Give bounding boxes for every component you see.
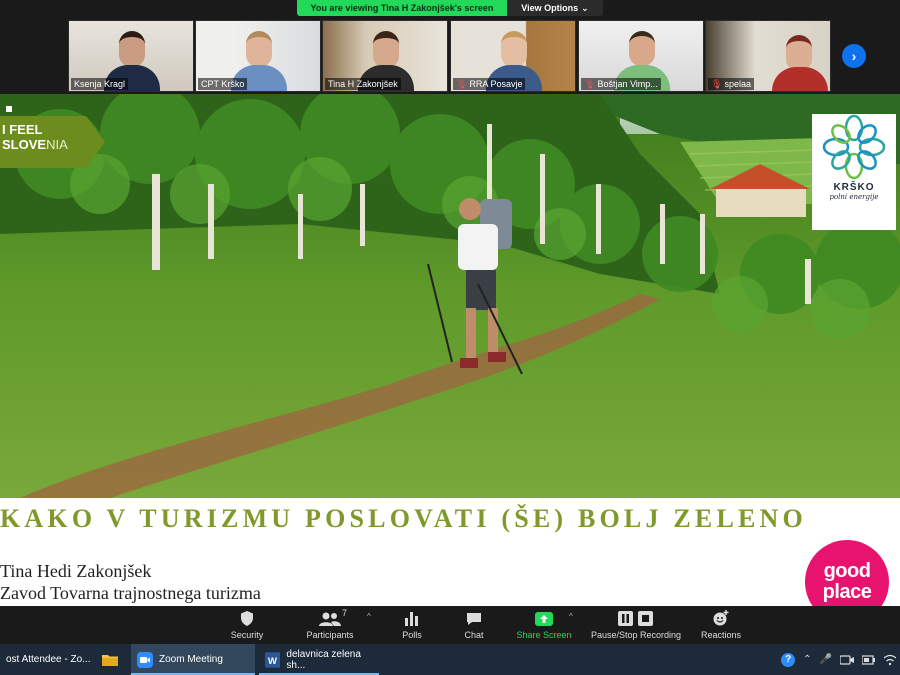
shield-icon [241, 611, 253, 626]
chevron-right-icon: › [851, 48, 857, 64]
view-options-button[interactable]: View Options ⌄ [507, 0, 603, 16]
pause-stop-icon [618, 611, 653, 626]
participant-name: 🎙 Boštjan Vimp... [581, 78, 661, 90]
mic-muted-icon: 🎙 [711, 79, 723, 89]
taskbar-item-word-document[interactable]: W delavnica zelena sh... [259, 644, 379, 675]
reactions-button[interactable]: Reactions [696, 606, 746, 644]
system-tray: ? ⌃ 🎤 [781, 644, 896, 675]
participant-count: 7 [342, 608, 348, 618]
author-organization: Zavod Tovarna trajnostnega turizma [0, 583, 261, 603]
participant-tile-2[interactable]: CPT Krško [195, 20, 321, 92]
share-screen-button[interactable]: Share Screen [512, 606, 576, 644]
smiley-plus-icon [713, 610, 729, 626]
taskbar-item-zoom-meeting[interactable]: Zoom Meeting [131, 644, 255, 675]
vineyard-photo [0, 94, 900, 498]
viewing-banner: You are viewing Tina H Zakonjšek's scree… [297, 0, 603, 16]
svg-text:W: W [268, 655, 278, 666]
viewing-message: You are viewing Tina H Zakonjšek's scree… [297, 0, 507, 16]
next-page-button[interactable]: › [842, 44, 866, 68]
mic-muted-icon: 🎙 [456, 79, 468, 89]
chevron-up-icon[interactable]: ⌃ [803, 654, 811, 665]
krsko-tagline: polni energije [829, 193, 879, 201]
participant-tile-1[interactable]: Ksenja Kragl [68, 20, 194, 92]
krsko-name: KRŠKO [833, 182, 875, 193]
share-screen-icon [535, 612, 553, 626]
share-caret-icon[interactable]: ^ [569, 612, 573, 621]
chat-button[interactable]: Chat [454, 606, 494, 644]
participant-tile-5[interactable]: 🎙 Boštjan Vimp... [578, 20, 704, 92]
shared-screen: I FEEL SLOVENIA KRŠKO polni energije KAK… [0, 94, 900, 606]
camera-icon[interactable] [840, 654, 854, 666]
i-feel-slovenia-logo: I FEEL SLOVENIA [0, 116, 105, 168]
slide-marker [6, 106, 12, 112]
taskbar-item-attendee[interactable]: ost Attendee - Zo... [0, 644, 92, 675]
participant-name: Ksenja Kragl [71, 78, 129, 90]
slide-author: Tina Hedi Zakonjšek Zavod Tovarna trajno… [0, 560, 261, 604]
chevron-down-icon: ⌄ [581, 2, 589, 13]
participant-tile-3[interactable]: Tina H Zakonjšek [322, 20, 448, 92]
slide-title: KAKO V TURIZMU POSLOVATI (ŠE) BOLJ ZELEN… [0, 504, 807, 533]
zoom-icon [137, 651, 153, 668]
pause-stop-recording-button[interactable]: Pause/Stop Recording [586, 606, 686, 644]
security-button[interactable]: Security [222, 606, 272, 644]
chat-icon [467, 613, 481, 625]
taskbar-item-explorer[interactable] [96, 644, 126, 675]
folder-icon [102, 655, 118, 666]
participants-button[interactable]: Participants [300, 606, 360, 644]
participant-strip: Ksenja Kragl CPT Krško Tina H Zakonjšek … [0, 16, 900, 94]
good-place-logo: good place [805, 540, 889, 606]
krsko-logo: KRŠKO polni energije [812, 114, 896, 230]
word-icon: W [265, 651, 281, 668]
view-options-label: View Options [521, 3, 579, 13]
author-name: Tina Hedi Zakonjšek [0, 561, 152, 581]
polls-button[interactable]: Polls [392, 606, 432, 644]
participants-icon [319, 612, 341, 626]
microphone-icon[interactable]: 🎤 [820, 654, 832, 665]
participant-tile-6[interactable]: 🎙 spelaa [705, 20, 831, 92]
polls-icon [405, 612, 418, 626]
battery-icon[interactable] [862, 654, 876, 666]
participant-name: Tina H Zakonjšek [325, 78, 401, 90]
participant-name: 🎙 spelaa [708, 78, 754, 90]
mic-muted-icon: 🎙 [584, 79, 596, 89]
help-icon[interactable]: ? [781, 652, 796, 667]
windows-taskbar: ost Attendee - Zo... Zoom Meeting W dela… [0, 644, 900, 675]
wifi-icon[interactable] [884, 654, 896, 666]
participant-name: CPT Krško [198, 78, 248, 90]
participant-tile-4[interactable]: 🎙 RRA Posavje [450, 20, 576, 92]
meeting-toolbar: Security Participants 7 ^ Polls Chat Sha… [0, 606, 900, 644]
participants-caret-icon[interactable]: ^ [367, 612, 371, 621]
participant-name: 🎙 RRA Posavje [453, 78, 526, 90]
krsko-flower-icon [822, 114, 886, 180]
